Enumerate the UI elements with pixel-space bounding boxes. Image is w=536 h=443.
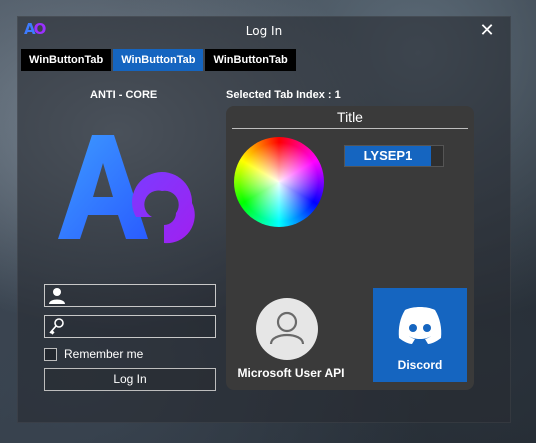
color-wheel[interactable]: [234, 137, 324, 227]
ao-logo: [58, 135, 195, 244]
tab-2[interactable]: WinButtonTab: [205, 49, 296, 71]
close-icon: ✕: [479, 20, 495, 41]
user-avatar: [256, 298, 318, 360]
tab-1[interactable]: WinButtonTab: [113, 49, 204, 71]
microsoft-user-api-button[interactable]: Microsoft User API: [226, 296, 356, 386]
password-field[interactable]: [44, 315, 216, 338]
remember-label: Remember me: [64, 347, 144, 361]
login-button[interactable]: Log In: [44, 368, 216, 391]
discord-label: Discord: [397, 358, 443, 372]
password-input[interactable]: [69, 317, 213, 338]
selected-tab-index: Selected Tab Index : 1: [226, 89, 341, 101]
color-label-box: LYSEP1: [344, 145, 444, 167]
panel-title: Title: [337, 109, 363, 125]
title-bar[interactable]: AO Log In ✕: [18, 17, 510, 47]
user-api-label: Microsoft User API: [237, 366, 345, 380]
color-label: LYSEP1: [345, 146, 431, 166]
username-field[interactable]: [44, 284, 216, 307]
remember-checkbox[interactable]: [44, 347, 57, 361]
logo-letter-a: [58, 135, 148, 239]
discord-button[interactable]: Discord: [373, 288, 467, 382]
key-icon: [49, 318, 64, 335]
user-icon: [49, 288, 65, 304]
window-title: Log In: [245, 24, 283, 38]
tab-strip: WinButtonTab WinButtonTab WinButtonTab: [21, 49, 298, 71]
person-icon: [269, 311, 305, 345]
discord-icon: [398, 307, 442, 344]
login-window: AO Log In ✕ WinButtonTab WinButtonTab Wi…: [17, 16, 511, 423]
remember-me[interactable]: Remember me: [44, 346, 143, 362]
close-button[interactable]: ✕: [476, 20, 498, 42]
brand-label: ANTI - CORE: [90, 89, 158, 101]
tab-panel: Title LYSEP1 Microsoft User API Discord: [226, 106, 474, 390]
username-input[interactable]: [69, 286, 213, 307]
tab-0[interactable]: WinButtonTab: [21, 49, 112, 71]
panel-divider: [232, 128, 468, 129]
